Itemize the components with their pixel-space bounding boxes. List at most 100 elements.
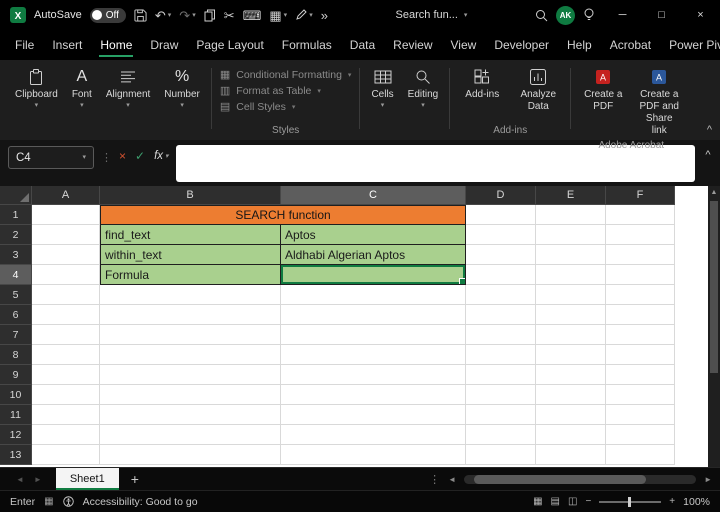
cell-B1-C1-merged[interactable]: SEARCH function <box>100 205 466 225</box>
row-header-10[interactable]: 10 <box>0 385 32 405</box>
cell-B12[interactable] <box>100 425 281 445</box>
cell-A8[interactable] <box>32 345 100 365</box>
insert-function-button[interactable]: fx ▾ <box>154 150 168 162</box>
menu-tab-developer[interactable]: Developer <box>485 30 558 60</box>
cell-B8[interactable] <box>100 345 281 365</box>
accessibility-status[interactable]: Accessibility: Good to go <box>83 496 198 508</box>
enter-icon[interactable]: ✓ <box>135 149 145 163</box>
cell-B6[interactable] <box>100 305 281 325</box>
clipboard-button[interactable]: Clipboard ▾ <box>8 63 65 109</box>
macro-record-icon[interactable]: ▦ <box>44 496 53 507</box>
cell-E4[interactable] <box>536 265 606 285</box>
menu-tab-data[interactable]: Data <box>341 30 384 60</box>
cell-A2[interactable] <box>32 225 100 245</box>
cell-B9[interactable] <box>100 365 281 385</box>
cell-F4[interactable] <box>606 265 675 285</box>
cell-F13[interactable] <box>606 445 675 465</box>
cell-E6[interactable] <box>536 305 606 325</box>
cell-A4[interactable] <box>32 265 100 285</box>
menu-tab-formulas[interactable]: Formulas <box>273 30 341 60</box>
name-box[interactable]: C4 ▾ <box>8 146 94 169</box>
column-header-C[interactable]: C <box>281 186 466 205</box>
create-pdf-share-link-button[interactable]: A Create a PDF and Share link <box>631 63 687 137</box>
menu-tab-view[interactable]: View <box>442 30 486 60</box>
cell-B10[interactable] <box>100 385 281 405</box>
cell-E2[interactable] <box>536 225 606 245</box>
number-button[interactable]: % Number ▾ <box>157 63 207 109</box>
cell-E8[interactable] <box>536 345 606 365</box>
column-header-F[interactable]: F <box>606 186 675 205</box>
format-as-table-button[interactable]: ▥ Format as Table ▾ <box>220 85 352 97</box>
column-header-D[interactable]: D <box>466 186 536 205</box>
copy-icon[interactable] <box>204 9 216 22</box>
page-layout-view-icon[interactable]: ▤ <box>551 496 560 507</box>
cancel-icon[interactable]: × <box>119 149 126 163</box>
cell-A10[interactable] <box>32 385 100 405</box>
cell-F7[interactable] <box>606 325 675 345</box>
cell-B5[interactable] <box>100 285 281 305</box>
cell-D12[interactable] <box>466 425 536 445</box>
hscroll-right-icon[interactable]: ► <box>704 475 712 484</box>
cell-E3[interactable] <box>536 245 606 265</box>
cell-D10[interactable] <box>466 385 536 405</box>
cell-F5[interactable] <box>606 285 675 305</box>
column-header-E[interactable]: E <box>536 186 606 205</box>
undo-button[interactable]: ↶▾ <box>155 9 171 22</box>
column-header-A[interactable]: A <box>32 186 100 205</box>
save-icon[interactable] <box>134 9 147 22</box>
menu-tab-power-pivot[interactable]: Power Pivot <box>660 30 720 60</box>
cell-F6[interactable] <box>606 305 675 325</box>
cell-C2[interactable]: Aptos <box>281 225 466 245</box>
cell-C5[interactable] <box>281 285 466 305</box>
cell-D3[interactable] <box>466 245 536 265</box>
cell-A9[interactable] <box>32 365 100 385</box>
lightbulb-icon[interactable] <box>583 8 595 22</box>
zoom-slider-thumb[interactable] <box>628 497 631 507</box>
cell-E9[interactable] <box>536 365 606 385</box>
row-header-11[interactable]: 11 <box>0 405 32 425</box>
cell-C6[interactable] <box>281 305 466 325</box>
font-button[interactable]: A Font ▾ <box>65 63 99 109</box>
formula-bar-expand-icon[interactable]: ^ <box>702 149 714 161</box>
search-icon[interactable] <box>535 9 548 22</box>
cell-A6[interactable] <box>32 305 100 325</box>
cell-D13[interactable] <box>466 445 536 465</box>
cell-F11[interactable] <box>606 405 675 425</box>
cell-C4[interactable] <box>281 265 466 285</box>
sheet-nav-right-icon[interactable]: ► <box>34 475 42 484</box>
cell-D2[interactable] <box>466 225 536 245</box>
cell-A3[interactable] <box>32 245 100 265</box>
cell-B2[interactable]: find_text <box>100 225 281 245</box>
analyze-data-button[interactable]: Analyze Data <box>510 63 566 113</box>
zoom-in-button[interactable]: + <box>669 496 675 507</box>
menu-tab-acrobat[interactable]: Acrobat <box>601 30 660 60</box>
normal-view-icon[interactable]: ▦ <box>533 496 542 507</box>
minimize-button[interactable]: ─ <box>603 0 642 30</box>
cell-E11[interactable] <box>536 405 606 425</box>
cell-C9[interactable] <box>281 365 466 385</box>
cell-D6[interactable] <box>466 305 536 325</box>
select-all-button[interactable] <box>0 186 32 205</box>
tabbar-options-icon[interactable]: ⋮ <box>429 473 440 486</box>
menu-tab-review[interactable]: Review <box>384 30 441 60</box>
cell-E5[interactable] <box>536 285 606 305</box>
hscroll-left-icon[interactable]: ◄ <box>448 475 456 484</box>
scroll-up-icon[interactable]: ▲ <box>711 188 718 198</box>
cell-F8[interactable] <box>606 345 675 365</box>
menu-tab-page-layout[interactable]: Page Layout <box>187 30 272 60</box>
cells-button[interactable]: Cells ▾ <box>364 63 400 109</box>
cell-E10[interactable] <box>536 385 606 405</box>
cell-C10[interactable] <box>281 385 466 405</box>
editing-button[interactable]: Editing ▾ <box>401 63 446 109</box>
cell-F2[interactable] <box>606 225 675 245</box>
row-header-8[interactable]: 8 <box>0 345 32 365</box>
keyboard-icon[interactable]: ⌨ <box>243 9 262 22</box>
row-header-2[interactable]: 2 <box>0 225 32 245</box>
cell-D8[interactable] <box>466 345 536 365</box>
maximize-button[interactable]: □ <box>642 0 681 30</box>
alignment-button[interactable]: Alignment ▾ <box>99 63 157 109</box>
cell-B11[interactable] <box>100 405 281 425</box>
row-header-4[interactable]: 4 <box>0 265 32 285</box>
collapse-ribbon-icon[interactable]: ^ <box>707 124 712 136</box>
cell-F3[interactable] <box>606 245 675 265</box>
